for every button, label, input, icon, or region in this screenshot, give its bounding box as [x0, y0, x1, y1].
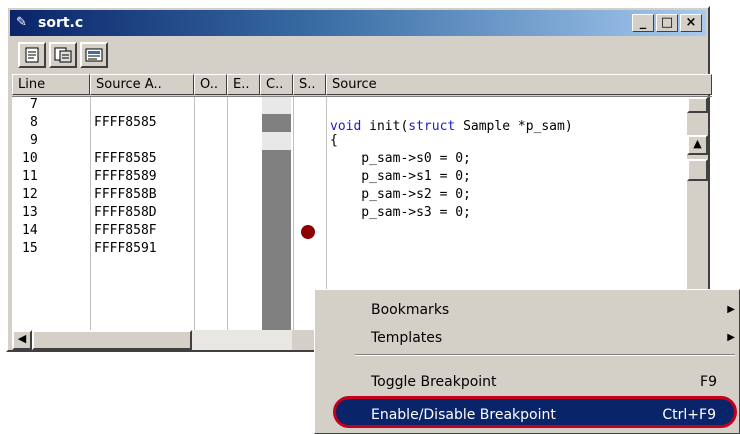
line-number: 9 — [30, 133, 38, 148]
menu-item-label: Enable/Disable Breakpoint — [371, 407, 556, 423]
coverage-bar — [262, 114, 291, 132]
source-line: p_sam->s3 = 0; — [330, 205, 471, 220]
source-address: FFFF8585 — [94, 151, 157, 166]
disassembly-view-icon — [85, 48, 103, 62]
line-number: 10 — [22, 151, 38, 166]
source-text: init( — [361, 119, 409, 134]
header-s[interactable]: S.. — [293, 74, 326, 95]
maximize-button[interactable]: □ — [656, 14, 678, 32]
document-icon: ✎ — [16, 15, 27, 30]
line-number: 15 — [22, 241, 38, 256]
minimize-button[interactable]: _ — [632, 14, 654, 32]
scroll-left-arrow-icon[interactable]: ◀ — [12, 330, 32, 350]
header-source[interactable]: Source — [326, 74, 712, 95]
scroll-up-button[interactable] — [687, 97, 708, 113]
breakpoint-icon[interactable] — [301, 225, 315, 239]
line-number: 7 — [30, 97, 38, 112]
coverage-bar — [262, 132, 291, 150]
menu-item-toggle-breakpoint[interactable]: Toggle Breakpoint F9 — [315, 366, 739, 398]
o-column — [194, 97, 228, 330]
close-button[interactable]: × — [680, 14, 702, 32]
source-line: p_sam->s2 = 0; — [330, 187, 471, 202]
view-toolbar — [18, 42, 108, 68]
scroll-up-arrow-icon[interactable]: ▲ — [687, 135, 708, 155]
vertical-scrollbar[interactable]: ▲ — [687, 97, 708, 277]
header-c[interactable]: C.. — [260, 74, 293, 95]
mixed-view-button[interactable] — [49, 42, 77, 68]
menu-item-shortcut: Ctrl+F9 — [662, 407, 716, 423]
menu-item-label: Toggle Breakpoint — [371, 374, 497, 390]
header-source-address[interactable]: Source A.. — [90, 74, 194, 95]
column-headers: Line Source A.. O.. E.. C.. S.. Source — [12, 74, 712, 97]
line-number: 13 — [22, 205, 38, 220]
source-address: FFFF8585 — [94, 115, 157, 130]
source-address: FFFF858B — [94, 187, 157, 202]
menu-item-label: Templates — [371, 330, 443, 346]
coverage-bar — [262, 150, 291, 330]
mixed-view-icon — [54, 47, 72, 63]
source-address: FFFF8589 — [94, 169, 157, 184]
source-address: FFFF858D — [94, 205, 157, 220]
editor-view-icon — [25, 47, 39, 63]
scroll-thumb-horizontal[interactable] — [32, 330, 192, 350]
source-address: FFFF858F — [94, 223, 157, 238]
keyword: void — [330, 119, 362, 134]
header-o[interactable]: O.. — [194, 74, 227, 95]
keyword: struct — [408, 119, 456, 134]
scroll-thumb[interactable] — [687, 159, 708, 181]
line-number: 8 — [30, 115, 38, 130]
source-line: void init(struct Sample *p_sam) — [330, 119, 573, 134]
source-line: p_sam->s0 = 0; — [330, 151, 471, 166]
source-line: { — [330, 133, 338, 148]
editor-view-button[interactable] — [18, 42, 46, 68]
header-line[interactable]: Line — [12, 74, 90, 95]
source-line: p_sam->s1 = 0; — [330, 169, 471, 184]
line-number: 12 — [22, 187, 38, 202]
horizontal-scrollbar[interactable]: ◀ — [12, 330, 292, 350]
submenu-arrow-icon: ▶ — [727, 332, 735, 343]
disassembly-view-button[interactable] — [80, 42, 108, 68]
window-title: sort.c — [38, 15, 84, 31]
coverage-bar — [262, 97, 291, 114]
line-number: 14 — [22, 223, 38, 238]
menu-item-shortcut: F9 — [700, 374, 717, 390]
menu-separator — [355, 354, 735, 356]
source-address: FFFF8591 — [94, 241, 157, 256]
line-number: 11 — [22, 169, 38, 184]
menu-item-enable-disable-breakpoint[interactable]: Enable/Disable Breakpoint Ctrl+F9 — [333, 396, 737, 428]
e-column — [227, 97, 261, 330]
source-text: Sample *p_sam) — [455, 119, 573, 134]
title-bar[interactable]: ✎ sort.c _ □ × — [10, 10, 706, 36]
menu-item-templates[interactable]: Templates ▶ — [315, 322, 739, 354]
header-e[interactable]: E.. — [227, 74, 260, 95]
context-menu: Bookmarks ▶ Templates ▶ Toggle Breakpoin… — [314, 289, 740, 434]
c-column — [260, 97, 294, 330]
